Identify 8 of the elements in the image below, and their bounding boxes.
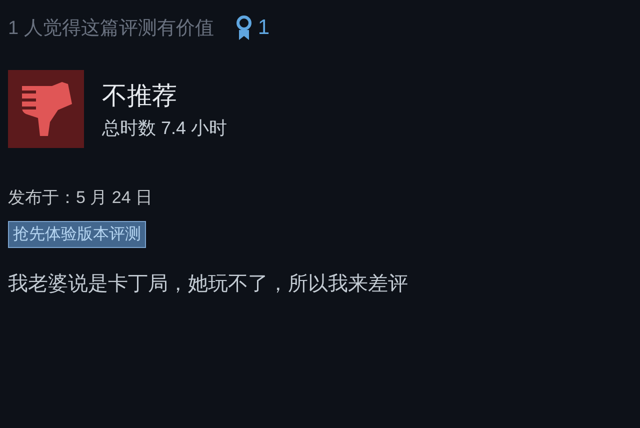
early-access-tag: 抢先体验版本评测 (8, 221, 146, 248)
posted-date: 发布于：5 月 24 日 (8, 187, 154, 209)
award-ribbon-icon (236, 15, 252, 41)
playtime-text: 总时数 7.4 小时 (102, 116, 228, 140)
helpful-count-text: 1 人觉得这篇评测有价值 (8, 17, 214, 41)
review-text: 我老婆说是卡丁局，她玩不了，所以我来差评 (8, 272, 409, 297)
award-count: 1 (258, 16, 270, 40)
verdict-title: 不推荐 (102, 80, 178, 112)
